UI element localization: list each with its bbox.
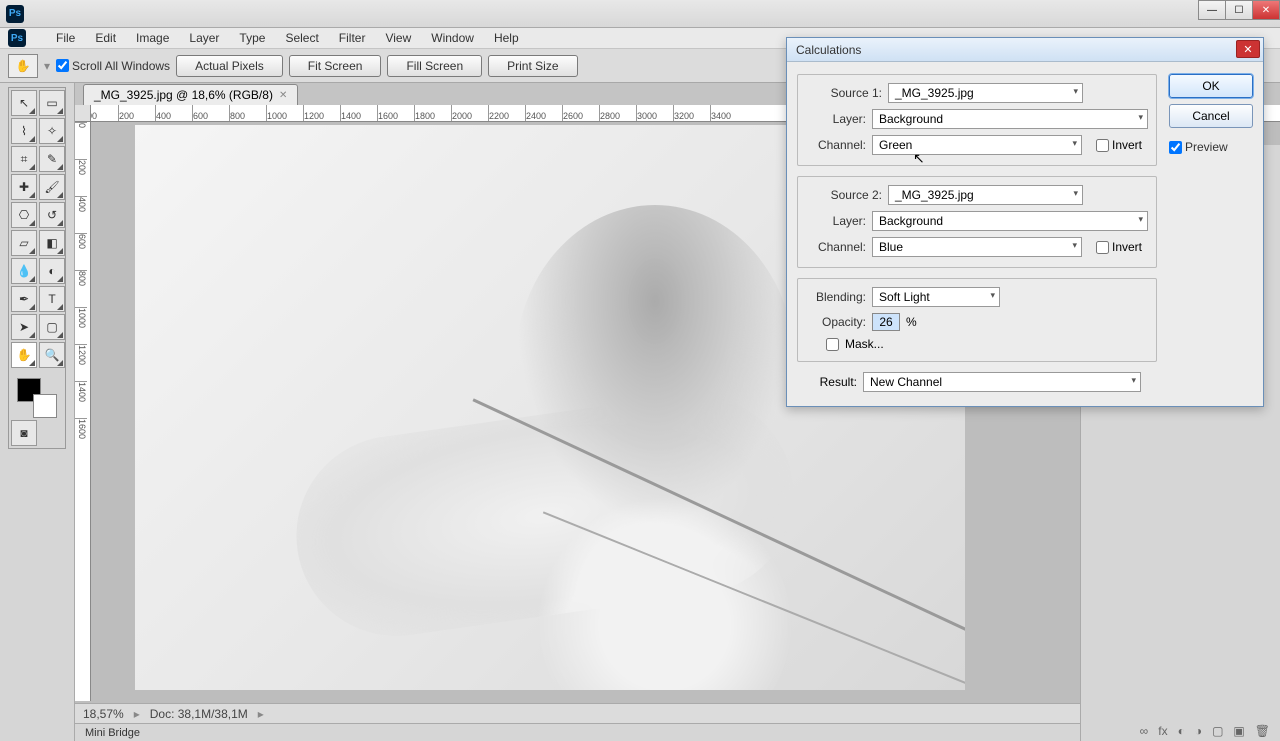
mask-label: Mask... [845,337,884,351]
shape-tool-icon[interactable]: ▢ [39,314,65,340]
preview-checkbox[interactable] [1169,141,1182,154]
dialog-title: Calculations [796,43,861,57]
result-select[interactable]: New Channel [863,372,1141,392]
menu-edit[interactable]: Edit [85,29,126,47]
layer2-select[interactable]: Background [872,211,1148,231]
marquee-tool-icon[interactable]: ▭ [39,90,65,116]
scroll-all-label: Scroll All Windows [72,59,170,73]
channel2-label: Channel: [806,240,866,254]
scroll-all-input[interactable] [56,59,69,72]
dialog-title-bar[interactable]: Calculations ✕ [787,38,1263,62]
eyedropper-tool-icon[interactable]: ✎ [39,146,65,172]
hand-tool-icon[interactable]: ✋ [11,342,37,368]
folder-icon[interactable]: ▢ [1212,724,1223,738]
minimize-button[interactable]: — [1198,0,1226,20]
dodge-tool-icon[interactable]: ◐ [39,258,65,284]
adjustment-icon[interactable]: ◑ [1195,724,1202,738]
print-size-button[interactable]: Print Size [488,55,577,77]
menu-image[interactable]: Image [126,29,179,47]
document-tab[interactable]: _MG_3925.jpg @ 18,6% (RGB/8) ✕ [83,84,298,105]
color-swatches[interactable] [11,374,63,416]
title-bar: Ps — ☐ ✕ [0,0,1280,28]
type-tool-icon[interactable]: T [39,286,65,312]
blending-select[interactable]: Soft Light [872,287,1000,307]
crop-tool-icon[interactable]: ⌗ [11,146,37,172]
opacity-input[interactable] [872,313,900,331]
calculations-dialog: Calculations ✕ Source 1: _MG_3925.jpg La… [786,37,1264,407]
gradient-tool-icon[interactable]: ◧ [39,230,65,256]
invert1-label: Invert [1112,138,1142,152]
source1-select[interactable]: _MG_3925.jpg [888,83,1083,103]
quickmask-icon[interactable]: ◙ [11,420,37,446]
zoom-tool-icon[interactable]: 🔍 [39,342,65,368]
menu-filter[interactable]: Filter [329,29,376,47]
opacity-percent: % [906,315,917,329]
menu-view[interactable]: View [375,29,421,47]
eraser-tool-icon[interactable]: ▱ [11,230,37,256]
link-icon[interactable]: ∞ [1140,724,1149,738]
document-tab-title: _MG_3925.jpg @ 18,6% (RGB/8) [94,88,273,102]
menu-window[interactable]: Window [421,29,484,47]
ruler-origin[interactable] [75,105,91,122]
layer1-select[interactable]: Background [872,109,1148,129]
history-brush-icon[interactable]: ↺ [39,202,65,228]
invert2-label: Invert [1112,240,1142,254]
fx-icon[interactable]: fx [1158,724,1167,738]
ok-button[interactable]: OK [1169,74,1253,98]
app-logo-small-icon: Ps [8,29,26,47]
channel1-label: Channel: [806,138,866,152]
menu-help[interactable]: Help [484,29,529,47]
layer2-label: Layer: [806,214,866,228]
app-logo-icon: Ps [6,5,24,23]
menu-layer[interactable]: Layer [179,29,229,47]
fill-screen-button[interactable]: Fill Screen [387,55,482,77]
source1-label: Source 1: [806,86,882,100]
magic-wand-tool-icon[interactable]: ✧ [39,118,65,144]
close-tab-icon[interactable]: ✕ [279,90,287,101]
zoom-level[interactable]: 18,57% [83,707,124,721]
trash-icon[interactable]: 🗑 [1255,724,1270,738]
healing-tool-icon[interactable]: ✚ [11,174,37,200]
blending-label: Blending: [806,290,866,304]
mask-checkbox[interactable] [826,338,839,351]
menu-type[interactable]: Type [229,29,275,47]
source2-select[interactable]: _MG_3925.jpg [888,185,1083,205]
menu-select[interactable]: Select [275,29,328,47]
result-label: Result: [797,375,857,389]
actual-pixels-button[interactable]: Actual Pixels [176,55,283,77]
left-tool-bar: ↖ ▭ ⌇ ✧ ⌗ ✎ ✚ 🖌 ⎔ ↺ ▱ ◧ 💧 ◐ ✒ T ➤ ▢ ✋ 🔍 [0,83,75,741]
source2-group: Source 2: _MG_3925.jpg Layer: Background… [797,176,1157,268]
hand-tool-icon[interactable]: ✋ [8,54,38,78]
invert1-checkbox[interactable] [1096,139,1109,152]
mask-icon[interactable]: ◐ [1178,724,1185,738]
maximize-button[interactable]: ☐ [1225,0,1253,20]
menu-file[interactable]: File [46,29,85,47]
channel1-select[interactable]: Green [872,135,1082,155]
path-select-icon[interactable]: ➤ [11,314,37,340]
blending-group: Blending: Soft Light Opacity: % Mask... [797,278,1157,362]
brush-tool-icon[interactable]: 🖌 [39,174,65,200]
source2-label: Source 2: [806,188,882,202]
channel2-select[interactable]: Blue [872,237,1082,257]
fit-screen-button[interactable]: Fit Screen [289,55,382,77]
scroll-all-checkbox[interactable]: Scroll All Windows [56,59,170,73]
cancel-button[interactable]: Cancel [1169,104,1253,128]
new-layer-icon[interactable]: ▣ [1233,724,1244,738]
close-button[interactable]: ✕ [1252,0,1280,20]
invert2-checkbox[interactable] [1096,241,1109,254]
source1-group: Source 1: _MG_3925.jpg Layer: Background… [797,74,1157,166]
move-tool-icon[interactable]: ↖ [11,90,37,116]
window-controls: — ☐ ✕ [1199,0,1280,20]
vertical-ruler[interactable]: 0200 400600 8001000 12001400 1600 [75,122,91,701]
pen-tool-icon[interactable]: ✒ [11,286,37,312]
layer1-label: Layer: [806,112,866,126]
background-swatch[interactable] [33,394,57,418]
stamp-tool-icon[interactable]: ⎔ [11,202,37,228]
preview-label: Preview [1185,140,1228,154]
lasso-tool-icon[interactable]: ⌇ [11,118,37,144]
blur-tool-icon[interactable]: 💧 [11,258,37,284]
dialog-close-button[interactable]: ✕ [1236,40,1260,58]
opacity-label: Opacity: [806,315,866,329]
doc-size-info: Doc: 38,1M/38,1M [150,707,248,721]
